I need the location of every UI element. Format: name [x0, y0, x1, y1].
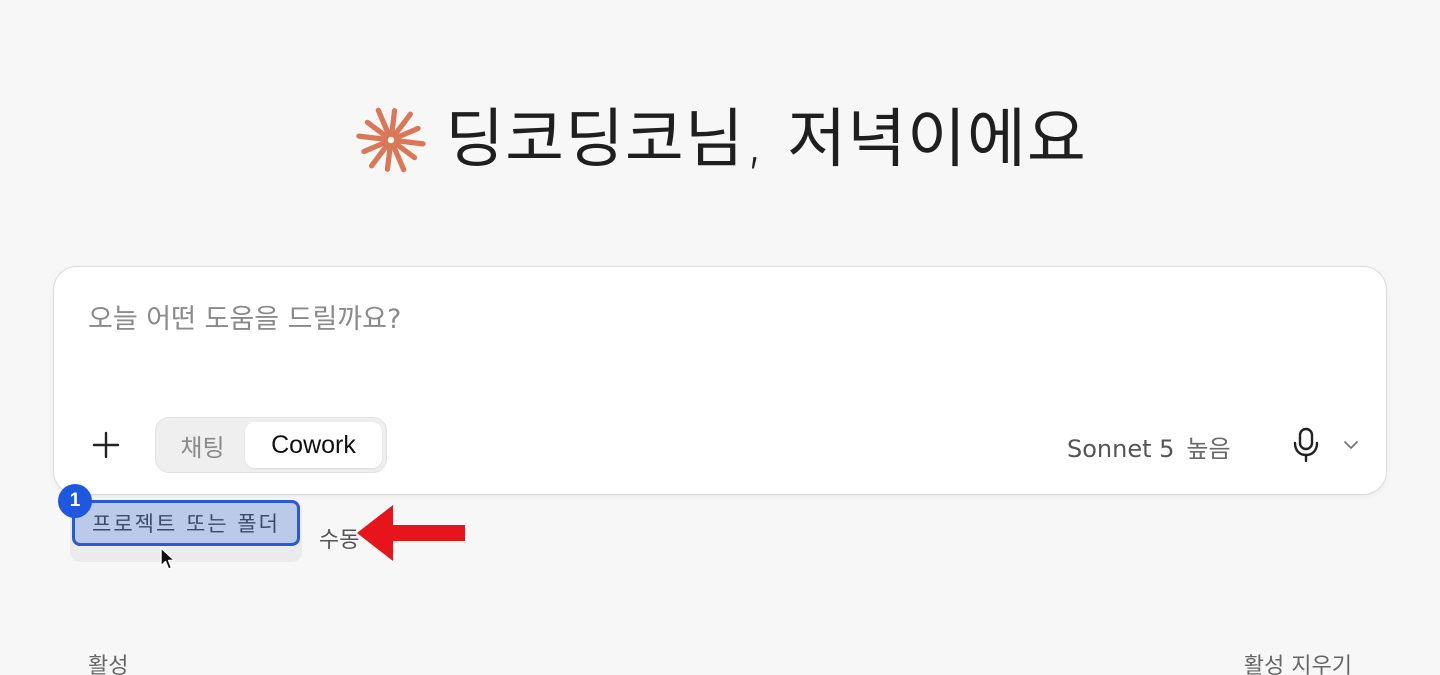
add-attachment-button[interactable] [86, 425, 126, 465]
chevron-down-icon[interactable] [1341, 435, 1361, 455]
greeting-title: 딩코딩코님, 저녁이에요 [445, 103, 1087, 177]
microphone-icon[interactable] [1290, 427, 1322, 463]
tab-cowork[interactable]: Cowork [245, 422, 382, 468]
clear-active-button[interactable]: 활성 지우기 [1244, 648, 1352, 675]
message-input[interactable]: 오늘 어떤 도움을 드릴까요? [88, 297, 401, 336]
tab-chat[interactable]: 채팅 [160, 428, 245, 463]
page: 딩코딩코님, 저녁이에요 오늘 어떤 도움을 드릴까요? 채팅 Cowork S… [0, 0, 1440, 675]
plus-icon [92, 431, 120, 459]
project-or-folder-button[interactable]: 프로젝트 또는 폴더 [72, 500, 300, 546]
active-section-label: 활성 [88, 654, 129, 675]
project-chip-label: 프로젝트 또는 폴더 [92, 512, 280, 536]
model-name: Sonnet 5 [1067, 435, 1175, 463]
mode-toggle: 채팅 Cowork [155, 417, 387, 473]
sparkle-asterisk-icon [356, 107, 426, 173]
red-arrow-icon [357, 505, 465, 561]
manual-button[interactable]: 수동 [319, 522, 359, 554]
message-composer: 오늘 어떤 도움을 드릴까요? 채팅 Cowork Sonnet 5 높음 [53, 266, 1387, 495]
mouse-pointer-icon [160, 547, 176, 570]
model-selector[interactable]: Sonnet 5 높음 [1067, 429, 1231, 464]
greeting-header: 딩코딩코님, 저녁이에요 [0, 100, 1440, 180]
step-badge: 1 [58, 484, 92, 518]
effort-level: 높음 [1186, 435, 1231, 463]
